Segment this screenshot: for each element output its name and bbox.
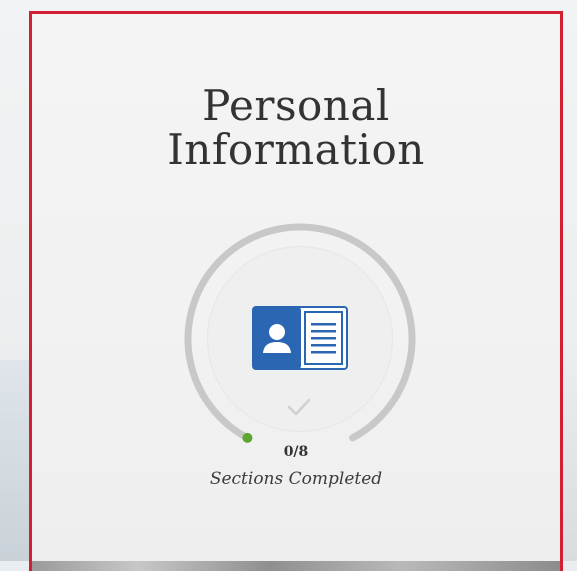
sections-completed-label: Sections Completed <box>209 469 383 489</box>
background-building-edge <box>0 360 30 561</box>
progress-start-indicator <box>242 432 253 443</box>
check-icon <box>287 398 311 416</box>
personal-information-card[interactable]: Personal Information 0/8 Sections Comple… <box>29 11 563 571</box>
sections-completed-count: 0/8 <box>283 444 309 460</box>
id-card-icon <box>252 306 348 370</box>
section-title-line-1: Personal <box>202 81 390 130</box>
section-title: Personal Information <box>32 84 560 172</box>
progress-ring <box>180 219 420 459</box>
card-photo-strip <box>32 561 560 571</box>
section-title-line-2: Information <box>167 125 425 174</box>
